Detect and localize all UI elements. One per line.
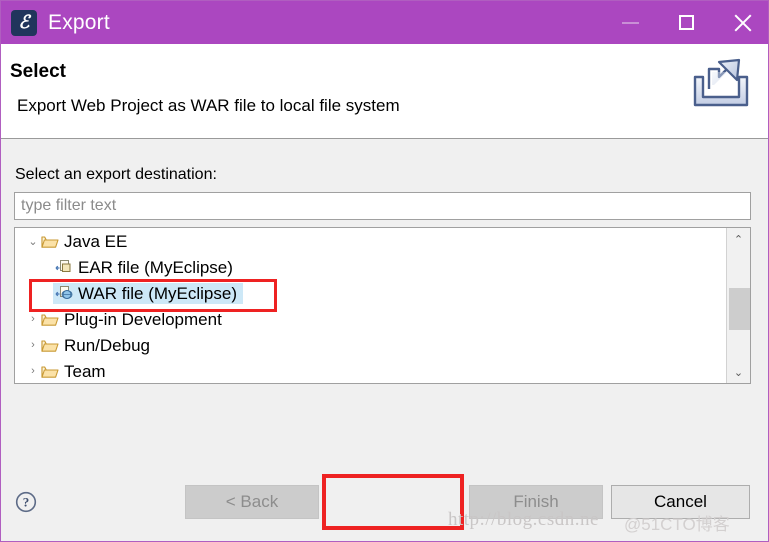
myeclipse-logo-glyph: ℰ — [18, 11, 30, 33]
maximize-button[interactable] — [658, 1, 714, 44]
tree-item-label: Team — [64, 361, 106, 381]
tree-item-label: Run/Debug — [64, 335, 151, 355]
tree-item[interactable]: › Team — [15, 358, 725, 383]
watermark-site: @51CTO博客 — [624, 515, 730, 534]
minimize-button[interactable] — [602, 1, 658, 44]
export-destination-tree[interactable]: ⌄ Java EE EAR file (MyEclipse) WAR file (My… — [14, 227, 751, 384]
maximize-icon — [678, 15, 694, 30]
tree-item[interactable]: ⌄ Java EE — [15, 228, 725, 254]
folder-open-icon — [41, 234, 59, 249]
tree-item-row[interactable]: ⌄ Java EE — [23, 231, 133, 252]
title-bar: ℰ Export — [1, 1, 768, 44]
dialog-header: Select Export Web Project as WAR file to… — [1, 44, 768, 139]
folder-open-icon — [41, 364, 59, 379]
tree-item-label: EAR file (MyEclipse) — [78, 257, 233, 277]
tree-item[interactable]: › Plug-in Development — [15, 306, 725, 332]
export-tray-arrow-icon — [687, 55, 755, 117]
tree-item[interactable]: EAR file (MyEclipse) — [15, 254, 725, 280]
tree-item[interactable]: WAR file (MyEclipse) — [15, 280, 725, 306]
dialog-body: Select an export destination: ⌄ Java EE EA… — [1, 140, 768, 541]
ear-file-icon — [55, 259, 73, 275]
tree-item-row[interactable]: EAR file (MyEclipse) — [53, 257, 239, 278]
chevron-right-icon[interactable]: › — [25, 365, 41, 377]
watermark-url: http://blog.csdn.ne — [448, 509, 599, 530]
tree-item-row[interactable]: › Run/Debug — [23, 335, 156, 356]
tree-scrollbar[interactable]: ⌃ ⌄ — [726, 228, 750, 383]
destination-label: Select an export destination: — [15, 166, 217, 183]
myeclipse-logo-icon: ℰ — [11, 9, 37, 36]
svg-text:?: ? — [23, 495, 30, 510]
tree-item-label: Plug-in Development — [64, 309, 222, 329]
tree-item-label: WAR file (MyEclipse) — [78, 283, 237, 303]
window-controls — [602, 1, 768, 44]
war-file-icon — [55, 285, 73, 301]
tree-item-selected[interactable]: WAR file (MyEclipse) — [53, 282, 243, 304]
scrollbar-thumb[interactable] — [729, 288, 750, 330]
page-description: Export Web Project as WAR file to local … — [17, 96, 400, 115]
chevron-down-icon[interactable]: ⌄ — [25, 235, 41, 248]
tree-item[interactable]: › Run/Debug — [15, 332, 725, 358]
scroll-up-icon[interactable]: ⌃ — [727, 228, 750, 250]
export-dialog: ℰ Export Select Export Web Project as WA… — [0, 0, 769, 542]
chevron-right-icon[interactable]: › — [25, 339, 41, 351]
close-button[interactable] — [714, 1, 768, 44]
back-button[interactable]: < Back — [185, 485, 319, 519]
close-icon — [732, 13, 752, 33]
page-title: Select — [10, 61, 66, 82]
folder-open-icon — [41, 312, 59, 327]
chevron-right-icon[interactable]: › — [25, 313, 41, 325]
window-title: Export — [48, 10, 110, 34]
tree-list: ⌄ Java EE EAR file (MyEclipse) WAR file (My… — [15, 228, 725, 383]
scroll-down-icon[interactable]: ⌄ — [727, 361, 750, 383]
minimize-icon — [621, 21, 639, 24]
filter-input[interactable] — [14, 192, 751, 220]
help-question-icon[interactable]: ? — [15, 491, 37, 513]
tree-item-row[interactable]: › Plug-in Development — [23, 309, 228, 330]
tree-item-label: Java EE — [64, 231, 128, 251]
tree-item-row[interactable]: › Team — [23, 361, 112, 382]
folder-open-icon — [41, 338, 59, 353]
